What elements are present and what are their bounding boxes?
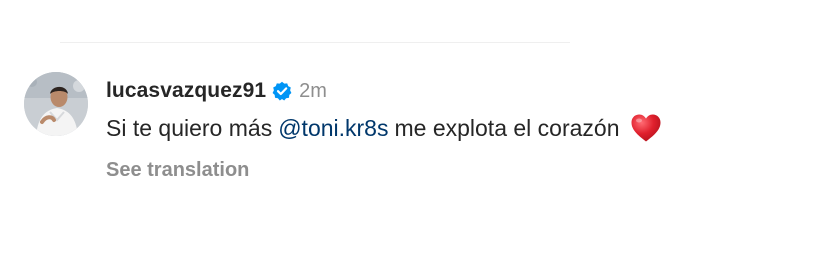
divider bbox=[60, 42, 570, 43]
comment-meta: lucasvazquez91 2m bbox=[106, 74, 662, 108]
comment-text-start: Si te quiero más bbox=[106, 114, 273, 141]
avatar-image bbox=[24, 72, 88, 136]
comment-timestamp: 2m bbox=[299, 79, 327, 102]
comment-page: lucasvazquez91 2m Si te quiero más @toni… bbox=[0, 0, 828, 276]
comment-text-end: me explota el corazón bbox=[394, 114, 620, 141]
avatar[interactable] bbox=[24, 72, 88, 136]
see-translation-link[interactable]: See translation bbox=[106, 159, 662, 182]
red-heart-icon bbox=[630, 113, 662, 143]
comment: lucasvazquez91 2m Si te quiero más @toni… bbox=[24, 72, 662, 182]
username[interactable]: lucasvazquez91 bbox=[106, 79, 266, 103]
verified-badge-icon bbox=[272, 81, 292, 101]
comment-body: lucasvazquez91 2m Si te quiero más @toni… bbox=[106, 74, 662, 182]
comment-text: Si te quiero más @toni.kr8s me explota e… bbox=[106, 113, 662, 143]
mention-link[interactable]: @toni.kr8s bbox=[278, 115, 388, 142]
